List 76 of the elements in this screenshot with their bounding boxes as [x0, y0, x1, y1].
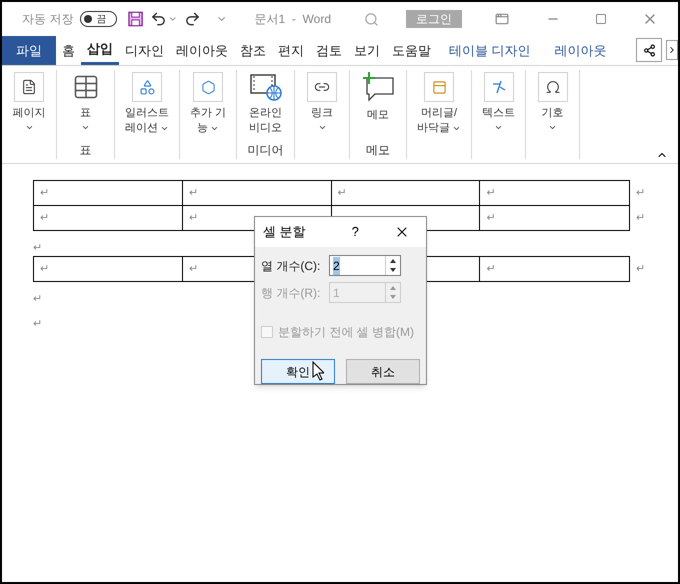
paragraph-mark: ↵ — [33, 243, 42, 254]
field-label: 행 개수(R): — [261, 284, 322, 302]
save-icon[interactable] — [128, 11, 143, 27]
ribbon-button[interactable]: 표 — [70, 70, 100, 132]
mouse-pointer-icon — [312, 361, 324, 381]
checkbox-label: 분할하기 전에 셀 병합(M) — [278, 324, 414, 341]
ribbon-tab[interactable]: 검토 — [310, 36, 348, 65]
ribbon-tab[interactable]: 삽입 — [81, 36, 119, 65]
ribbon-tab[interactable]: 레이아웃 — [542, 36, 619, 65]
ribbon-tab[interactable]: 파일 — [2, 36, 56, 65]
table-cell: ↵ — [34, 257, 183, 281]
number-spinner[interactable]: 2 — [329, 255, 401, 276]
ribbon-tab[interactable]: 보기 — [348, 36, 386, 65]
ribbon-tab[interactable]: 레이아웃 — [170, 36, 234, 65]
redo-icon[interactable] — [184, 10, 202, 28]
paragraph-mark: ↵ — [33, 319, 42, 330]
maximize-icon[interactable] — [595, 13, 608, 25]
spin-up-icon[interactable] — [390, 258, 396, 263]
text-icon — [484, 72, 514, 102]
table-cell-text: ↵ — [485, 186, 496, 201]
window-title: 문서1 - Word — [254, 11, 332, 28]
ribbon-button[interactable]: 온라인 비디오 — [248, 70, 282, 136]
paragraph-mark: ↵ — [33, 294, 42, 305]
spin-down-icon[interactable] — [390, 268, 396, 272]
table-cell: ↵ — [34, 181, 183, 205]
ribbon-button[interactable]: 텍스트 — [482, 70, 515, 132]
ribbon-button[interactable]: 추가 기 능 — [190, 70, 226, 136]
omega-icon — [538, 72, 568, 102]
ribbon-tab[interactable]: 디자인 — [119, 36, 170, 65]
shapes-icon — [132, 72, 162, 102]
table-cell: ↵ — [332, 181, 480, 205]
caret-icon — [318, 123, 326, 132]
table-cell-text: ↵ — [485, 262, 496, 277]
caret-icon — [24, 123, 34, 132]
caret-icon — [160, 124, 169, 133]
page-icon — [424, 72, 454, 102]
search-icon[interactable] — [364, 12, 380, 26]
ribbon-button[interactable]: 메모 — [361, 70, 395, 123]
video-icon — [248, 72, 282, 102]
autosave-label: 자동 저장 — [22, 11, 74, 28]
caret-icon — [452, 124, 461, 133]
ribbon-button[interactable]: 머리글/ 바닥글 — [417, 70, 461, 136]
group-label: 미디어 — [248, 142, 284, 159]
row-end-mark: ↵ — [636, 262, 645, 277]
row-end-mark: ↵ — [636, 211, 645, 226]
table-cell: ↵ — [182, 181, 332, 205]
share-icon[interactable] — [636, 38, 662, 62]
help-button[interactable]: ? — [352, 222, 359, 242]
caret-icon — [81, 123, 90, 132]
comment-icon — [361, 72, 395, 104]
undo-icon[interactable] — [150, 10, 167, 28]
caret-icon — [494, 123, 503, 132]
ribbon-button[interactable]: 페이지 — [12, 70, 46, 132]
ribbon-tab[interactable]: 도움말 — [386, 36, 437, 65]
ribbon-display-icon[interactable] — [495, 12, 510, 26]
row-end-mark: ↵ — [636, 186, 645, 201]
dialog-button[interactable]: 확인 — [261, 359, 335, 384]
ribbon-button[interactable]: 기호 — [538, 70, 568, 132]
field-label: 열 개수(C): — [261, 258, 322, 274]
page-icon — [14, 72, 44, 102]
ribbon-button[interactable]: 일러스트 레이션 — [125, 70, 169, 136]
table-cell: ↵ — [34, 206, 183, 230]
ribbon-tab[interactable]: 참조 — [234, 36, 272, 65]
link-icon — [307, 72, 337, 102]
group-label: 표 — [80, 142, 92, 159]
group-label: 메모 — [366, 142, 390, 159]
caret-icon — [210, 124, 219, 133]
caret-icon — [548, 123, 557, 132]
scroll-right-icon[interactable] — [666, 40, 678, 60]
ribbon-tab[interactable]: 테이블 디자인 — [437, 36, 543, 65]
ribbon-tab[interactable]: 편지 — [272, 36, 310, 65]
autosave-toggle[interactable]: 끔 — [80, 11, 117, 27]
dialog-button[interactable]: 취소 — [346, 359, 420, 384]
ribbon-tab[interactable]: 홈 — [56, 36, 81, 65]
ribbon-button[interactable]: 링크 — [307, 70, 337, 132]
table-cell-text: ↵ — [485, 210, 496, 226]
